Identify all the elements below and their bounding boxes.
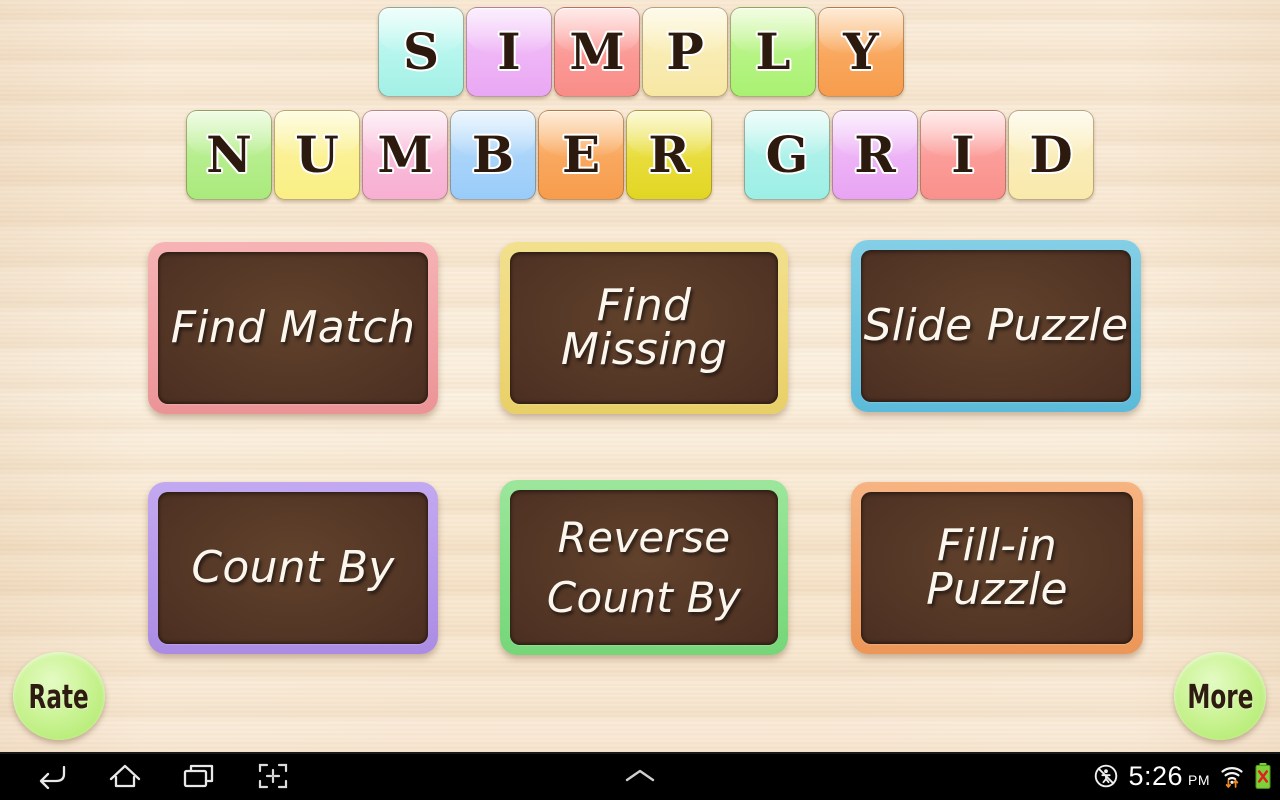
tile-letter: N <box>206 125 252 184</box>
title-tile-l: L <box>730 7 816 97</box>
back-arrow-icon <box>39 765 66 789</box>
title-tile-n: N <box>186 110 272 200</box>
wifi-icon <box>1221 767 1243 788</box>
android-navigation-bar: 5:26 PM <box>0 752 1280 800</box>
title-tile-p: P <box>642 7 728 97</box>
count-by-label: Count By <box>191 542 395 593</box>
title-tile-b: B <box>450 110 536 200</box>
expand-notifications-button[interactable] <box>603 753 677 799</box>
button-inner-panel: Reverse Count By <box>510 490 778 645</box>
navbar-left-group <box>14 753 310 799</box>
tile-letter: M <box>377 125 433 184</box>
app-root: S I M P L Y N U M B E R G R I D Find Mat… <box>0 0 1280 800</box>
button-inner-panel: Slide Puzzle <box>861 250 1131 402</box>
title-tile-m2: M <box>362 110 448 200</box>
find-match-button[interactable]: Find Match <box>148 242 438 414</box>
tile-letter: B <box>471 125 515 184</box>
rate-label: Rate <box>28 676 90 716</box>
title-row-number-grid: N U M B E R G R I D <box>186 110 1096 200</box>
tile-letter: I <box>497 22 521 81</box>
tile-letter: S <box>402 22 440 81</box>
title-tile-u: U <box>274 110 360 200</box>
tile-letter: G <box>765 125 809 184</box>
fill-in-puzzle-button[interactable]: Fill-in Puzzle <box>851 482 1143 654</box>
screenshot-icon <box>258 763 288 789</box>
reverse-count-by-button[interactable]: Reverse Count By <box>500 480 788 655</box>
title-row-simply: S I M P L Y <box>378 7 906 97</box>
tile-letter: D <box>1029 125 1073 184</box>
clock-time: 5:26 <box>1128 760 1183 791</box>
more-label: More <box>1186 676 1254 716</box>
button-inner-panel: Find Missing <box>510 252 778 404</box>
title-tile-r: R <box>626 110 712 200</box>
status-clock: 5:26 PM <box>1128 761 1210 792</box>
screenshot-button[interactable] <box>236 753 310 799</box>
title-tile-y: Y <box>818 7 904 97</box>
tile-letter: U <box>295 125 339 184</box>
tile-letter: R <box>648 125 690 184</box>
battery-error-icon <box>1255 763 1271 789</box>
title-tile-s: S <box>378 7 464 97</box>
slide-puzzle-label: Slide Puzzle <box>863 300 1129 351</box>
tile-letter: Y <box>843 22 879 81</box>
reverse-count-by-label: Reverse Count By <box>546 512 742 622</box>
title-tile-i: I <box>466 7 552 97</box>
tile-letter: E <box>561 125 601 184</box>
button-inner-panel: Fill-in Puzzle <box>861 492 1133 644</box>
navbar-status-group[interactable]: 5:26 PM <box>1093 752 1272 800</box>
tile-letter: L <box>755 22 791 81</box>
slide-puzzle-button[interactable]: Slide Puzzle <box>851 240 1141 412</box>
recent-apps-button[interactable] <box>162 753 236 799</box>
silent-mode-icon <box>1095 764 1118 788</box>
tile-letter: R <box>854 125 896 184</box>
title-tile-d: D <box>1008 110 1094 200</box>
button-inner-panel: Find Match <box>158 252 428 404</box>
count-by-button[interactable]: Count By <box>148 482 438 654</box>
tile-letter: P <box>666 22 704 81</box>
tile-letter: M <box>569 22 625 81</box>
recent-apps-icon <box>183 764 214 788</box>
title-tile-i2: I <box>920 110 1006 200</box>
title-tile-r2: R <box>832 110 918 200</box>
find-missing-label: Find Missing <box>560 280 728 375</box>
find-match-label: Find Match <box>170 302 416 353</box>
button-inner-panel: Count By <box>158 492 428 644</box>
more-button[interactable]: More <box>1174 652 1266 740</box>
find-missing-button[interactable]: Find Missing <box>500 242 788 414</box>
back-button[interactable] <box>14 753 88 799</box>
rate-button[interactable]: Rate <box>13 652 105 740</box>
home-icon <box>109 764 141 788</box>
title-tile-m: M <box>554 7 640 97</box>
fill-in-puzzle-label: Fill-in Puzzle <box>926 520 1068 615</box>
tile-letter: I <box>951 125 975 184</box>
clock-ampm: PM <box>1188 771 1210 788</box>
title-tile-g: G <box>744 110 830 200</box>
chevron-up-icon <box>625 769 655 782</box>
home-button[interactable] <box>88 753 162 799</box>
title-tile-e: E <box>538 110 624 200</box>
